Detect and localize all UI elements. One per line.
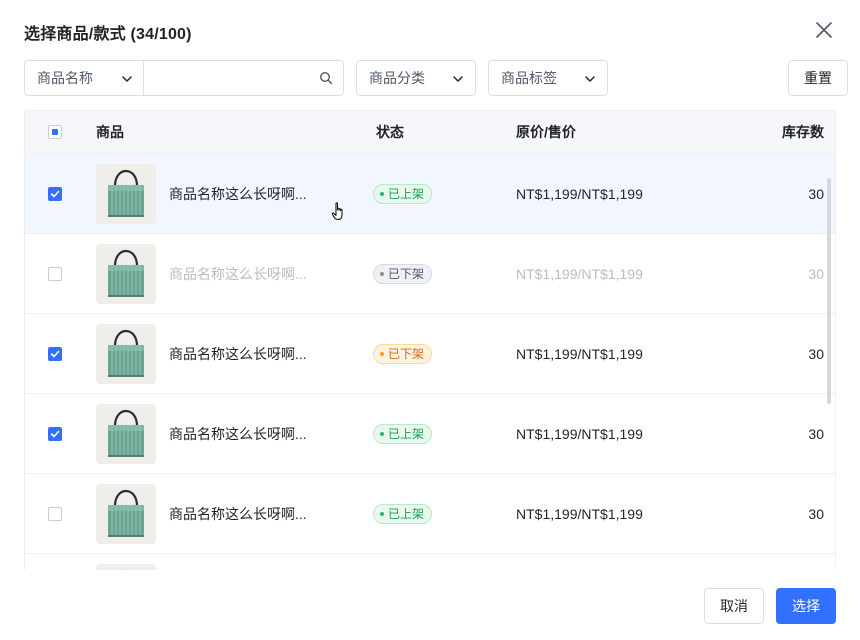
search-icon[interactable] bbox=[319, 71, 333, 85]
status-dot bbox=[380, 272, 384, 276]
status-badge: 已上架 bbox=[373, 424, 433, 444]
product-thumbnail bbox=[96, 324, 156, 384]
product-price: NT$1,199/NT$1,199 bbox=[516, 426, 643, 442]
product-name: 商品名称这么长呀啊... bbox=[169, 186, 307, 202]
search-field-label: 商品名称 bbox=[37, 70, 93, 86]
product-stock: 30 bbox=[808, 346, 824, 362]
product-thumbnail bbox=[96, 564, 156, 570]
chevron-down-icon bbox=[585, 76, 595, 82]
reset-button[interactable]: 重置 bbox=[788, 60, 848, 96]
hand-pointer-icon bbox=[331, 202, 343, 220]
close-button[interactable] bbox=[812, 18, 836, 42]
status-text: 已上架 bbox=[388, 187, 425, 201]
product-name: 商品名称这么长呀啊... bbox=[169, 426, 307, 442]
status-dot bbox=[380, 352, 384, 356]
table-row[interactable]: 商品名称这么长呀啊... 已上架 NT$1,199/NT$1,199 30 bbox=[25, 474, 835, 554]
product-stock: 30 bbox=[808, 506, 824, 522]
checkmark-icon bbox=[50, 350, 60, 358]
column-header-status: 状态 bbox=[376, 124, 404, 140]
status-dot bbox=[380, 512, 384, 516]
product-price: NT$1,199/NT$1,199 bbox=[516, 266, 643, 282]
status-text: 已下架 bbox=[388, 347, 425, 361]
row-checkbox[interactable] bbox=[48, 347, 62, 361]
status-badge: 已上架 bbox=[373, 184, 433, 204]
status-text: 已上架 bbox=[388, 427, 425, 441]
column-header-stock: 库存数 bbox=[782, 124, 824, 140]
product-thumbnail bbox=[96, 244, 156, 304]
table-row[interactable]: 商品名称这么长呀啊... 已下架 NT$1,199/NT$1,199 30 bbox=[25, 314, 835, 394]
status-badge: 已上架 bbox=[373, 504, 433, 524]
chevron-down-icon bbox=[122, 76, 132, 82]
row-checkbox[interactable] bbox=[48, 427, 62, 441]
product-stock: 30 bbox=[808, 186, 824, 202]
table-row[interactable]: 商品名称这么长呀啊... 已上架 NT$1,199/NT$1,199 30 bbox=[25, 394, 835, 474]
product-price: NT$1,199/NT$1,199 bbox=[516, 346, 643, 362]
status-badge: 已下架 bbox=[373, 344, 433, 364]
category-dropdown[interactable]: 商品分类 bbox=[356, 60, 476, 96]
search-field-select[interactable]: 商品名称 bbox=[24, 60, 144, 96]
dialog-title: 选择商品/款式 (34/100) bbox=[24, 26, 192, 43]
product-price: NT$1,199/NT$1,199 bbox=[516, 506, 643, 522]
product-stock: 30 bbox=[808, 266, 824, 282]
select-all-checkbox[interactable] bbox=[48, 125, 62, 139]
table-row[interactable] bbox=[25, 554, 835, 570]
product-thumbnail bbox=[96, 484, 156, 544]
column-header-product: 商品 bbox=[96, 124, 124, 140]
search-input-wrapper bbox=[143, 60, 344, 96]
status-text: 已上架 bbox=[388, 507, 425, 521]
chevron-down-icon bbox=[453, 76, 463, 82]
row-checkbox[interactable] bbox=[48, 267, 62, 281]
product-name: 商品名称这么长呀啊... bbox=[169, 346, 307, 362]
row-checkbox[interactable] bbox=[48, 187, 62, 201]
tag-label: 商品标签 bbox=[501, 70, 557, 86]
filter-bar: 商品名称 商品分类 商品标签 重置 bbox=[24, 60, 848, 96]
status-dot bbox=[380, 192, 384, 196]
search-input[interactable] bbox=[154, 61, 314, 95]
checkmark-icon bbox=[50, 190, 60, 198]
close-icon bbox=[816, 22, 832, 38]
table-header: 商品 状态 原价/售价 库存数 bbox=[25, 111, 835, 154]
status-dot bbox=[380, 432, 384, 436]
product-name: 商品名称这么长呀啊... bbox=[169, 266, 307, 282]
row-checkbox[interactable] bbox=[48, 507, 62, 521]
product-table: 商品 状态 原价/售价 库存数 商品名称这么长呀啊... 已上架 NT$1,19… bbox=[24, 110, 836, 570]
product-thumbnail bbox=[96, 404, 156, 464]
cancel-button[interactable]: 取消 bbox=[704, 588, 764, 624]
status-badge: 已下架 bbox=[373, 264, 433, 284]
select-product-dialog: 选择商品/款式 (34/100) 商品名称 商品分类 商品标签 重置 商品 状态… bbox=[0, 0, 860, 640]
checkmark-icon bbox=[50, 430, 60, 438]
table-row[interactable]: 商品名称这么长呀啊... 已下架 NT$1,199/NT$1,199 30 bbox=[25, 234, 835, 314]
product-price: NT$1,199/NT$1,199 bbox=[516, 186, 643, 202]
table-row[interactable]: 商品名称这么长呀啊... 已上架 NT$1,199/NT$1,199 30 bbox=[25, 154, 835, 234]
product-thumbnail bbox=[96, 164, 156, 224]
select-button[interactable]: 选择 bbox=[776, 588, 836, 624]
product-name: 商品名称这么长呀啊... bbox=[169, 506, 307, 522]
category-label: 商品分类 bbox=[369, 70, 425, 86]
tag-dropdown[interactable]: 商品标签 bbox=[488, 60, 608, 96]
table-scrollbar[interactable] bbox=[827, 178, 831, 404]
product-stock: 30 bbox=[808, 426, 824, 442]
status-text: 已下架 bbox=[388, 267, 425, 281]
column-header-price: 原价/售价 bbox=[516, 124, 576, 140]
